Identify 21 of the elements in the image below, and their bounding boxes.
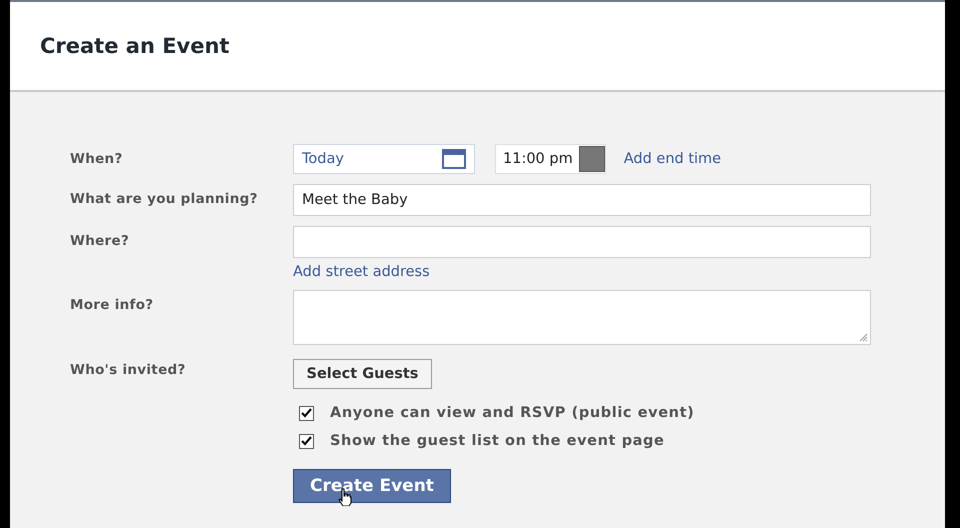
text-area[interactable] bbox=[293, 290, 871, 345]
select-guests-button[interactable]: Select Guests bbox=[293, 359, 432, 389]
date-field[interactable]: Today bbox=[293, 144, 475, 174]
page-title: Create an Event bbox=[40, 34, 230, 58]
input-field[interactable]: Meet the Baby bbox=[293, 184, 871, 216]
checkbox[interactable] bbox=[299, 406, 314, 420]
checkbox[interactable] bbox=[299, 434, 314, 448]
calendar-icon bbox=[442, 149, 466, 169]
field-label: Where? bbox=[70, 232, 130, 251]
field-label: What are you planning? bbox=[70, 190, 259, 209]
input-field[interactable] bbox=[293, 226, 871, 258]
field-label: When? bbox=[70, 150, 124, 169]
field-label: Who's invited? bbox=[70, 361, 187, 380]
checkbox-label: Anyone can view and RSVP (public event) bbox=[330, 405, 694, 421]
add-street-address-link[interactable]: Add street address bbox=[293, 264, 871, 280]
checkbox-label: Show the guest list on the event page bbox=[330, 433, 664, 449]
add-end-time-link[interactable]: Add end time bbox=[624, 151, 722, 167]
field-label: More info? bbox=[70, 296, 154, 315]
create-event-button[interactable]: Create Event bbox=[293, 469, 451, 503]
time-field[interactable]: 11:00 pm bbox=[495, 144, 606, 174]
resize-grip-icon[interactable] bbox=[858, 332, 868, 342]
